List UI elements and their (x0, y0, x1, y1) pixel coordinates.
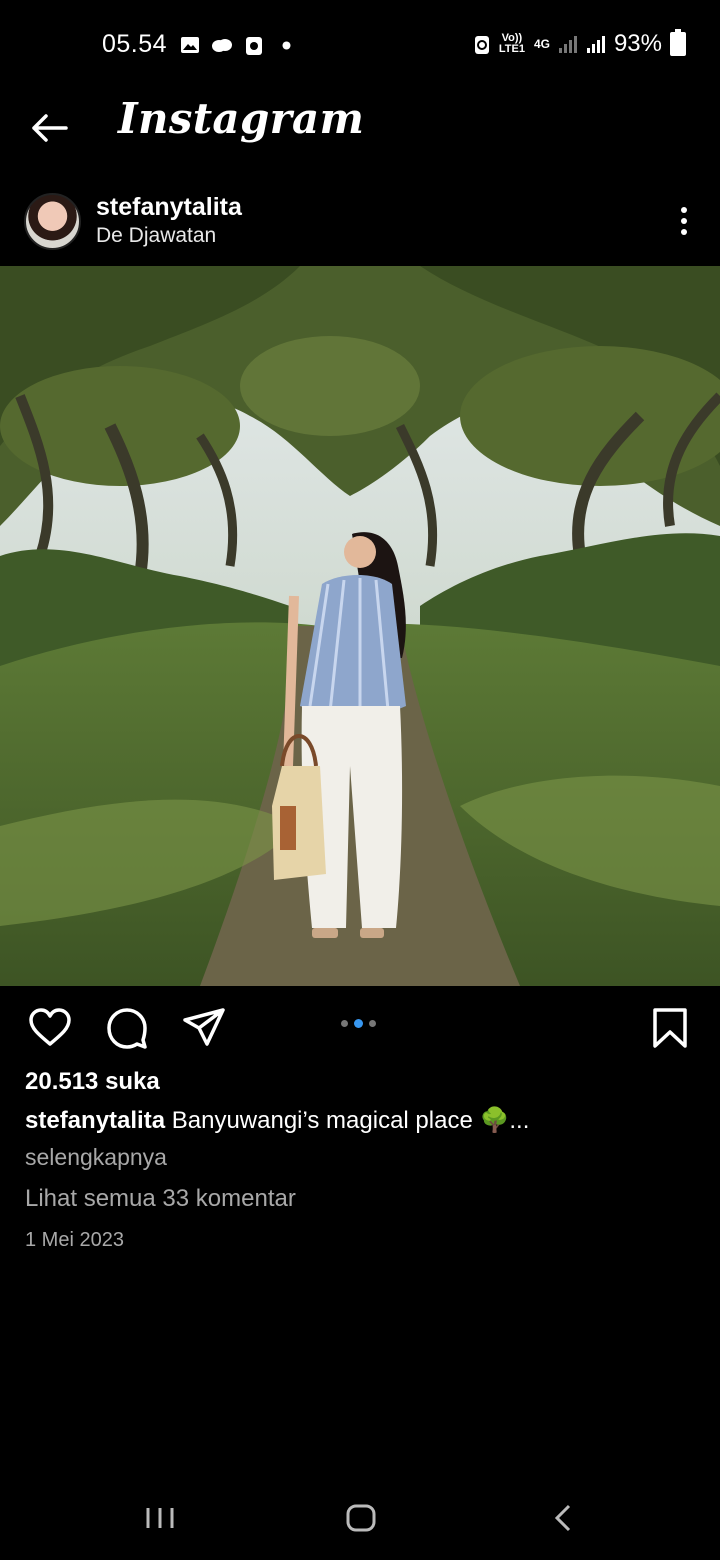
carousel-indicator (341, 1019, 376, 1028)
battery-icon (670, 29, 686, 56)
status-time: 05.54 (102, 30, 168, 58)
likes-count[interactable]: 20.513 suka (25, 1068, 160, 1096)
instagram-logo: Instagram (118, 94, 365, 143)
carousel-dot (369, 1020, 376, 1027)
app-notification-icon (246, 37, 262, 55)
recent-apps-icon[interactable] (140, 1496, 180, 1540)
data-saver-icon (474, 36, 489, 54)
carousel-dot-active (354, 1019, 363, 1028)
caption-username[interactable]: stefanytalita (25, 1107, 165, 1134)
view-comments-link[interactable]: Lihat semua 33 komentar (25, 1185, 296, 1213)
avatar[interactable] (24, 193, 81, 250)
carousel-dot (341, 1020, 348, 1027)
network-type-label: 4G (533, 37, 550, 51)
more-options-icon[interactable] (680, 206, 688, 236)
gallery-notification-icon (181, 37, 199, 53)
see-more-link[interactable]: selengkapnya (25, 1144, 167, 1171)
comment-icon[interactable] (105, 1006, 149, 1050)
home-icon[interactable] (341, 1496, 381, 1540)
caption-text: Banyuwangi’s magical place 🌳... (171, 1107, 530, 1134)
battery-percent: 93% (613, 30, 662, 57)
more-notifications-dot-icon (282, 41, 291, 50)
signal-2-icon (586, 36, 605, 53)
back-arrow-icon[interactable] (28, 106, 72, 150)
signal-1-icon (558, 36, 577, 53)
post-date: 1 Mei 2023 (25, 1229, 124, 1251)
like-heart-icon[interactable] (28, 1006, 72, 1050)
forest-path-photo (0, 266, 720, 986)
post-caption: stefanytalita Banyuwangi’s magical place… (25, 1106, 695, 1135)
status-indicators: Vo)) LTE1 4G 93% (474, 29, 686, 58)
post-location[interactable]: De Djawatan (96, 224, 216, 248)
post-username[interactable]: stefanytalita (96, 193, 242, 222)
cloud-notification-icon (212, 39, 232, 52)
save-bookmark-icon[interactable] (648, 1006, 692, 1050)
share-send-icon[interactable] (182, 1006, 226, 1050)
volte-label: Vo)) LTE1 (498, 32, 525, 55)
back-nav-icon[interactable] (545, 1496, 585, 1540)
post-photo[interactable] (0, 266, 720, 986)
